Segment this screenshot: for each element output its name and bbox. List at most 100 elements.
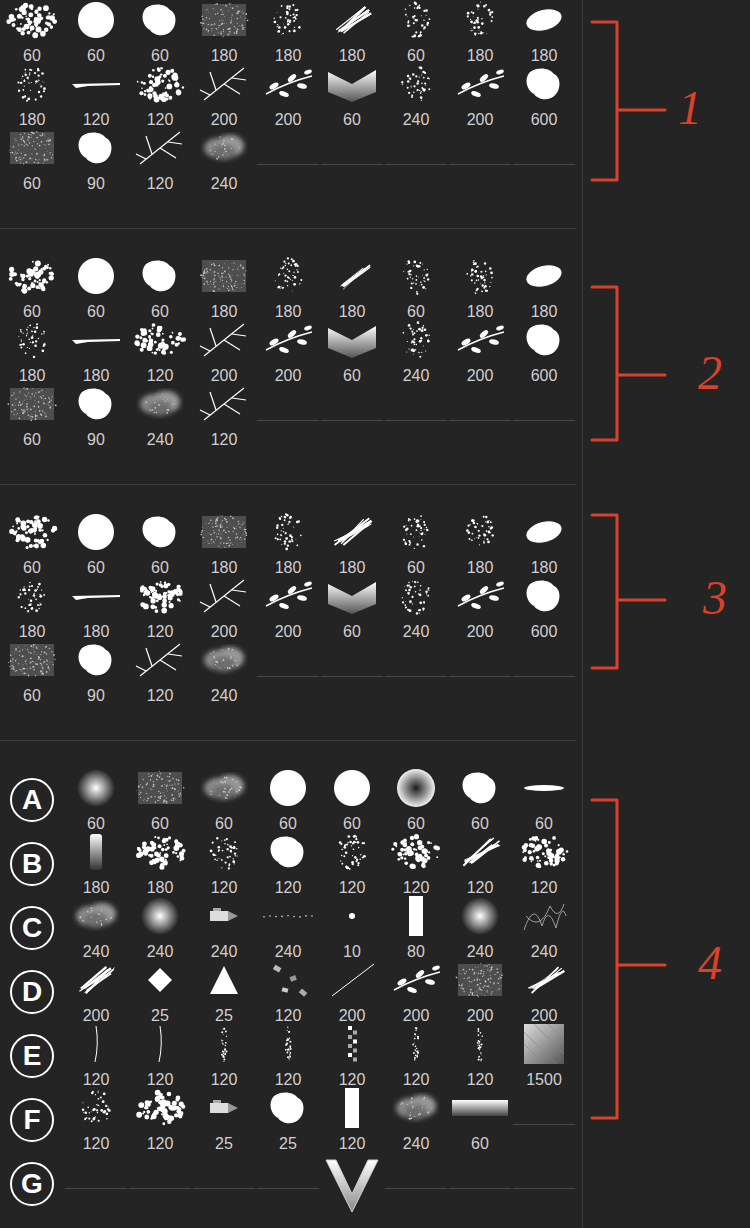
brush-preset[interactable]: 60	[320, 768, 384, 832]
brush-preset[interactable]: 120	[256, 960, 320, 1024]
brush-preset[interactable]: 120	[384, 1024, 448, 1088]
brush-preset[interactable]: 180	[512, 0, 576, 64]
brush-preset[interactable]: 200	[192, 576, 256, 640]
brush-preset[interactable]: 60	[64, 0, 128, 64]
brush-preset[interactable]: 240	[512, 896, 576, 960]
brush-preset[interactable]: 180	[192, 512, 256, 576]
brush-preset[interactable]: 240	[192, 128, 256, 192]
brush-preset[interactable]: 120	[128, 1024, 192, 1088]
brush-preset[interactable]: 200	[256, 576, 320, 640]
brush-preset[interactable]: 120	[192, 384, 256, 448]
brush-preset[interactable]: 60	[128, 512, 192, 576]
brush-preset[interactable]: 60	[0, 128, 64, 192]
brush-preset[interactable]: 60	[384, 768, 448, 832]
brush-preset[interactable]: 120	[512, 832, 576, 896]
brush-preset[interactable]: 240	[256, 896, 320, 960]
brush-preset[interactable]: 180	[448, 256, 512, 320]
brush-preset[interactable]: 180	[448, 512, 512, 576]
brush-preset[interactable]: 180	[0, 64, 64, 128]
brush-preset[interactable]: 180	[0, 320, 64, 384]
brush-preset[interactable]: 120	[192, 832, 256, 896]
brush-preset[interactable]: 120	[64, 1088, 128, 1152]
brush-preset[interactable]: 120	[448, 832, 512, 896]
brush-preset[interactable]: 60	[0, 384, 64, 448]
brush-preset[interactable]: 90	[64, 384, 128, 448]
brush-preset[interactable]: 240	[128, 384, 192, 448]
brush-preset[interactable]: 200	[256, 320, 320, 384]
brush-preset[interactable]: 180	[448, 0, 512, 64]
brush-preset[interactable]: 90	[64, 128, 128, 192]
brush-preset[interactable]: 25	[192, 960, 256, 1024]
brush-preset[interactable]: 240	[384, 1088, 448, 1152]
brush-preset[interactable]: 120	[128, 1088, 192, 1152]
brush-preset[interactable]: 200	[448, 960, 512, 1024]
brush-preset[interactable]: 240	[128, 896, 192, 960]
brush-preset[interactable]: 80	[384, 896, 448, 960]
brush-preset[interactable]: 60	[128, 768, 192, 832]
brush-preset[interactable]: 180	[0, 576, 64, 640]
brush-preset[interactable]: 200	[512, 960, 576, 1024]
brush-preset[interactable]: 120	[320, 1024, 384, 1088]
brush-preset[interactable]: 120	[448, 1024, 512, 1088]
brush-preset[interactable]: 240	[384, 320, 448, 384]
brush-preset[interactable]: 60	[320, 320, 384, 384]
brush-preset[interactable]: 120	[320, 832, 384, 896]
brush-preset[interactable]: 1500	[512, 1024, 576, 1088]
brush-preset[interactable]: 60	[192, 768, 256, 832]
brush-preset[interactable]: 200	[64, 960, 128, 1024]
brush-preset[interactable]: 180	[320, 256, 384, 320]
brush-preset[interactable]: 180	[192, 0, 256, 64]
brush-preset[interactable]: 120	[320, 1088, 384, 1152]
brush-preset[interactable]: 60	[128, 256, 192, 320]
brush-preset[interactable]: 200	[256, 64, 320, 128]
brush-preset[interactable]: 180	[256, 512, 320, 576]
brush-preset[interactable]: 120	[128, 320, 192, 384]
brush-preset[interactable]: 120	[128, 640, 192, 704]
brush-preset[interactable]: 120	[256, 832, 320, 896]
brush-preset[interactable]: 25	[128, 960, 192, 1024]
brush-preset[interactable]: 180	[64, 320, 128, 384]
brush-preset[interactable]: 60	[448, 1088, 512, 1152]
brush-preset[interactable]: 60	[320, 64, 384, 128]
brush-preset[interactable]: 60	[64, 768, 128, 832]
brush-preset[interactable]: 200	[320, 960, 384, 1024]
brush-preset[interactable]: 240	[64, 896, 128, 960]
brush-preset[interactable]: 180	[192, 256, 256, 320]
brush-preset[interactable]: 60	[0, 512, 64, 576]
brush-preset[interactable]: 60	[0, 0, 64, 64]
brush-preset[interactable]: 60	[64, 512, 128, 576]
brush-preset[interactable]: 60	[0, 640, 64, 704]
brush-preset[interactable]: 200	[448, 64, 512, 128]
brush-preset[interactable]: 600	[512, 64, 576, 128]
scroll-down-button[interactable]	[320, 1152, 384, 1216]
brush-preset[interactable]: 200	[448, 320, 512, 384]
brush-preset[interactable]: 600	[512, 320, 576, 384]
brush-preset[interactable]: 120	[128, 576, 192, 640]
brush-preset[interactable]: 120	[256, 1024, 320, 1088]
brush-preset[interactable]: 180	[320, 0, 384, 64]
brush-preset[interactable]: 240	[448, 896, 512, 960]
brush-preset[interactable]: 180	[64, 832, 128, 896]
brush-preset[interactable]: 60	[384, 512, 448, 576]
brush-preset[interactable]: 60	[0, 256, 64, 320]
brush-preset[interactable]: 60	[128, 0, 192, 64]
brush-preset[interactable]: 60	[512, 768, 576, 832]
brush-preset[interactable]: 200	[192, 64, 256, 128]
brush-preset[interactable]: 60	[384, 0, 448, 64]
brush-preset[interactable]: 180	[512, 512, 576, 576]
brush-preset[interactable]: 200	[192, 320, 256, 384]
brush-preset[interactable]: 25	[256, 1088, 320, 1152]
brush-preset[interactable]: 240	[192, 640, 256, 704]
brush-preset[interactable]: 600	[512, 576, 576, 640]
brush-preset[interactable]: 240	[192, 896, 256, 960]
brush-preset[interactable]: 200	[384, 960, 448, 1024]
brush-preset[interactable]: 120	[128, 64, 192, 128]
brush-preset[interactable]: 120	[64, 1024, 128, 1088]
brush-preset[interactable]: 180	[128, 832, 192, 896]
brush-preset[interactable]: 200	[448, 576, 512, 640]
brush-preset[interactable]: 60	[384, 256, 448, 320]
brush-preset[interactable]: 180	[512, 256, 576, 320]
brush-preset[interactable]: 60	[320, 576, 384, 640]
brush-preset[interactable]: 25	[192, 1088, 256, 1152]
brush-preset[interactable]: 120	[128, 128, 192, 192]
